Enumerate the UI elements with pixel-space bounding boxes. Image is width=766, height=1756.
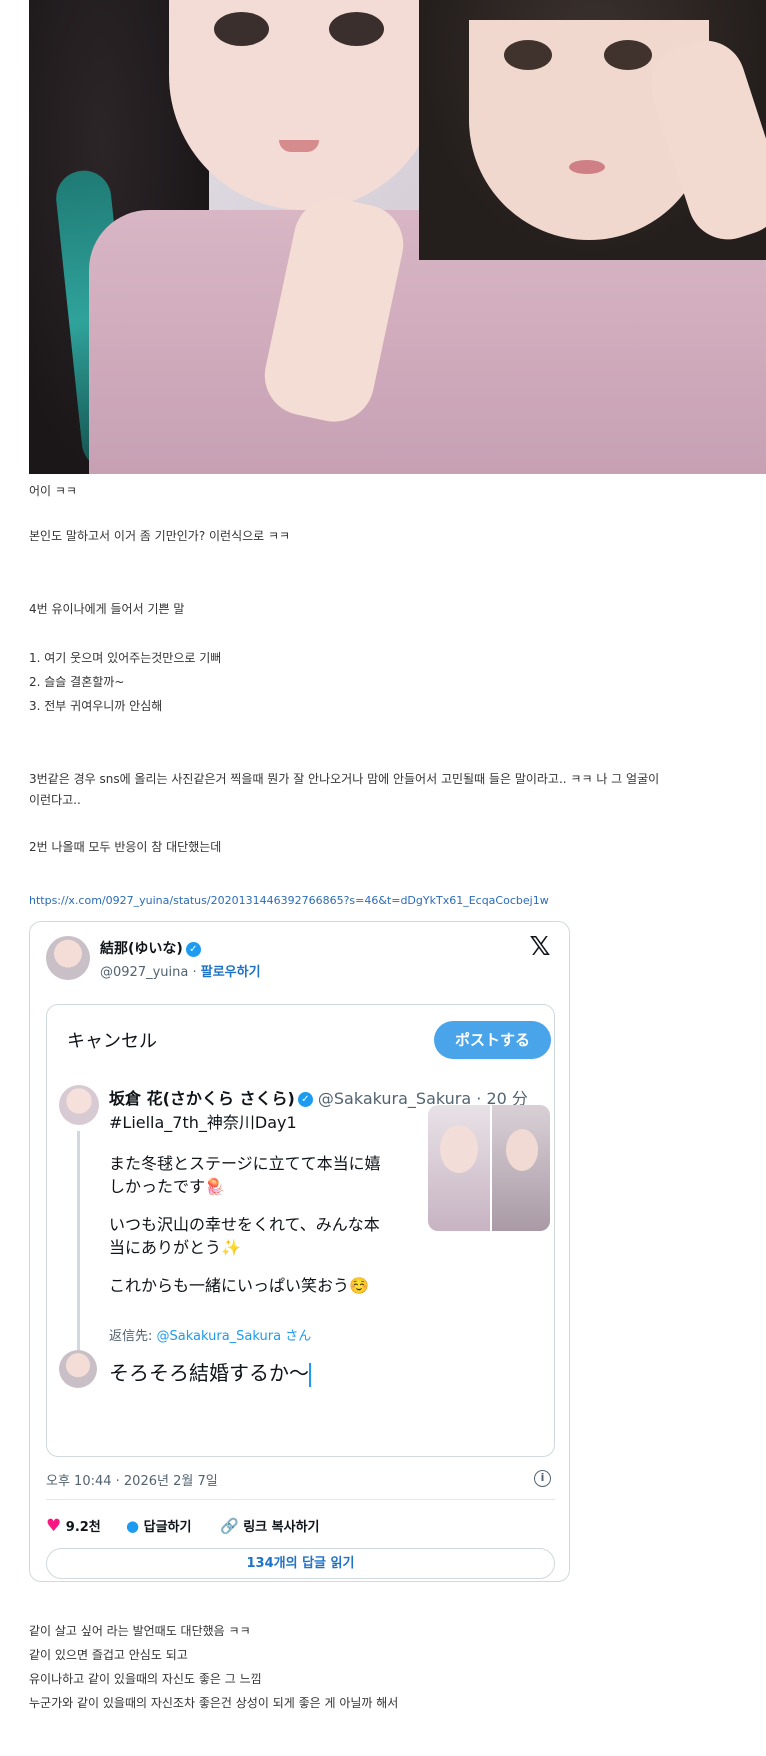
- tweet-link[interactable]: https://x.com/0927_yuina/status/20201314…: [29, 893, 549, 909]
- tweet-media-screenshot[interactable]: キャンセル ポストする 坂倉 花(さかくら さくら) ✓ @Sakakura_Sa…: [46, 1004, 555, 1457]
- quoted-hashtag: #Liella_7th_神奈川Day1: [109, 1113, 297, 1132]
- reply-avatar: [59, 1350, 97, 1388]
- copy-link-label: 링크 복사하기: [243, 1520, 320, 1535]
- post-line: 누군가와 같이 있을때의 자신조차 좋은건 상성이 되게 좋은 게 아닐까 해서: [29, 1696, 399, 1710]
- read-replies-button[interactable]: 134개의 답글 읽기: [46, 1548, 555, 1579]
- reply-prefix: 返信先:: [109, 1329, 157, 1344]
- quoted-image: [492, 1105, 550, 1231]
- verified-badge-icon: ✓: [185, 941, 201, 957]
- quoted-paragraph: これからも一緒にいっぱい笑おう☺️: [109, 1276, 369, 1295]
- verified-badge-icon: ✓: [297, 1092, 313, 1107]
- quoted-avatar: [59, 1085, 99, 1125]
- selfie-photo: [29, 0, 766, 474]
- quoted-paragraph: いつも沢山の幸せをくれて、みんな本当にありがとう✨: [109, 1215, 380, 1257]
- follow-button[interactable]: 팔로우하기: [201, 965, 261, 980]
- heart-icon: ♥: [46, 1516, 62, 1536]
- reply-text: そろそろ結婚するか〜: [109, 1357, 311, 1387]
- thread-line: [77, 1131, 80, 1381]
- divider: [46, 1499, 555, 1500]
- post-line: 3. 전부 귀여우니까 안심해: [29, 699, 163, 713]
- post-line: 어이 ㅋㅋ: [29, 484, 77, 498]
- reply-label: 답글하기: [143, 1520, 192, 1535]
- reply-button[interactable]: ● 답글하기: [126, 1516, 191, 1535]
- info-icon[interactable]: i: [534, 1470, 551, 1487]
- reply-handle: @Sakakura_Sakura: [156, 1329, 282, 1344]
- post-line: 같이 살고 싶어 라는 발언때도 대단했음 ㅋㅋ: [29, 1624, 251, 1638]
- post-line: 4번 유이나에게 들어서 기쁜 말: [29, 602, 185, 616]
- post-line: 본인도 말하고서 이거 좀 기만인가? 이런식으로 ㅋㅋ: [29, 529, 291, 543]
- cancel-text: キャンセル: [67, 1031, 157, 1052]
- like-count: 9.2천: [65, 1520, 101, 1535]
- tweet-timestamp[interactable]: 오후 10:44 · 2026년 2월 7일: [46, 1470, 218, 1489]
- reply-bubble-icon: ●: [126, 1517, 140, 1535]
- like-button[interactable]: ♥ 9.2천: [46, 1516, 101, 1536]
- reply-suffix: さん: [281, 1329, 312, 1344]
- author-name[interactable]: 結那(ゆいな) ✓: [100, 938, 201, 958]
- copy-link-button[interactable]: 🔗 링크 복사하기: [220, 1516, 320, 1535]
- author-handle-row: @0927_yuina · 팔로우하기: [100, 965, 261, 980]
- link-icon: 🔗: [220, 1517, 239, 1535]
- author-name-text: 結那(ゆいな): [100, 941, 183, 957]
- reply-to-label: 返信先: @Sakakura_Sakura さん: [109, 1325, 311, 1344]
- reply-text-content: そろそろ結婚するか〜: [109, 1361, 309, 1385]
- quoted-image: [428, 1105, 490, 1231]
- author-handle[interactable]: @0927_yuina: [100, 965, 188, 980]
- text-caret: [309, 1362, 311, 1387]
- post-line: 이런다고..: [29, 793, 81, 807]
- post-line: 1. 여기 웃으며 있어주는것만으로 기뻐: [29, 651, 222, 665]
- post-line: 같이 있으면 즐겁고 안심도 되고: [29, 1648, 188, 1662]
- quoted-name: 坂倉 花(さかくら さくら): [109, 1089, 295, 1108]
- avatar[interactable]: [46, 936, 90, 980]
- post-line: 유이나하고 같이 있을때의 자신도 좋은 그 느낌: [29, 1672, 262, 1686]
- embedded-tweet-card[interactable]: 結那(ゆいな) ✓ @0927_yuina · 팔로우하기 𝕏 キャンセル ポスト…: [29, 921, 570, 1582]
- post-line: 2번 나올때 모두 반응이 참 대단했는데: [29, 840, 222, 854]
- quoted-paragraph: また冬毬とステージに立てて本当に嬉しかったです🪼: [109, 1154, 381, 1196]
- post-button: ポストする: [434, 1021, 551, 1059]
- x-logo-icon[interactable]: 𝕏: [527, 934, 553, 960]
- post-line: 2. 슬슬 결혼할까~: [29, 675, 125, 689]
- post-line: 3번같은 경우 sns에 올리는 사진같은거 찍을때 뭔가 잘 안나오거나 맘에…: [29, 772, 660, 786]
